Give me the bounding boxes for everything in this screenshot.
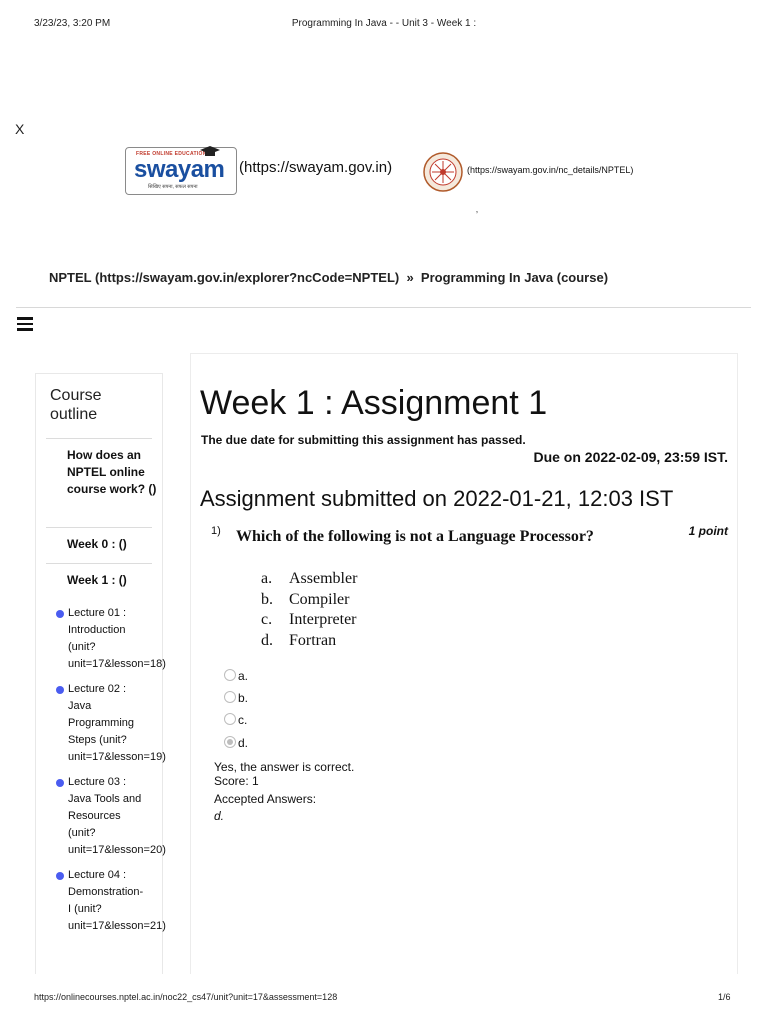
breadcrumb: NPTEL (https://swayam.gov.in/explorer?nc… — [49, 270, 608, 285]
accepted-answers-label: Accepted Answers: — [214, 792, 317, 806]
option-letter: d. — [261, 632, 273, 649]
swayam-wordmark: swayam — [134, 156, 225, 183]
sidebar-divider — [46, 527, 152, 528]
print-page-number: 1/6 — [718, 992, 731, 1002]
lecture-link-04[interactable]: Lecture 04 : Demonstration-I (unit?unit=… — [56, 867, 176, 935]
option-item: d. Fortran — [261, 632, 336, 650]
answer-choice-c[interactable]: c. — [224, 713, 247, 727]
sidebar-item-week-0[interactable]: Week 0 : () — [67, 536, 157, 553]
lecture-link-01[interactable]: Lecture 01 : Introduction (unit?unit=17&… — [56, 605, 176, 673]
lecture-label: Lecture 04 : Demonstration-I (unit?unit=… — [68, 869, 166, 932]
page-title: Week 1 : Assignment 1 — [200, 384, 548, 422]
question-number: 1) — [211, 525, 221, 537]
accepted-answer-value: d. — [214, 809, 225, 823]
answer-feedback: Yes, the answer is correct. — [214, 760, 355, 774]
sidebar-title: Course outline — [50, 387, 102, 423]
radio-button[interactable] — [224, 669, 236, 681]
swayam-subtitle: सिखिए सपना, सफल सपना — [148, 184, 198, 190]
option-letter: b. — [261, 591, 273, 608]
menu-icon[interactable] — [17, 317, 33, 331]
due-date-note: The due date for submitting this assignm… — [201, 433, 526, 447]
assignment-panel: Week 1 : Assignment 1 The due date for s… — [190, 353, 738, 974]
bullet-dot-icon — [56, 610, 64, 618]
choice-label: d. — [238, 736, 249, 750]
sidebar-item-how-it-works[interactable]: How does an NPTEL online course work? () — [67, 447, 157, 498]
lecture-link-03[interactable]: Lecture 03 : Java Tools and Resources (u… — [56, 774, 176, 859]
choice-label: c. — [238, 713, 248, 727]
option-letter: c. — [261, 611, 273, 628]
sidebar-item-week-1[interactable]: Week 1 : () — [67, 572, 157, 589]
option-item: a. Assembler — [261, 570, 357, 588]
radio-button[interactable] — [224, 713, 236, 725]
bullet-dot-icon — [56, 686, 64, 694]
answer-choice-d[interactable]: d. — [224, 736, 248, 750]
breadcrumb-separator: » — [406, 270, 414, 285]
option-text: Interpreter — [289, 611, 357, 628]
option-text: Fortran — [289, 632, 337, 649]
breadcrumb-current[interactable]: Programming In Java (course) — [421, 270, 608, 285]
course-outline-sidebar: Course outline How does an NPTEL online … — [35, 373, 166, 974]
submission-status: Assignment submitted on 2022-01-21, 12:0… — [200, 486, 674, 511]
close-button[interactable]: X — [15, 121, 24, 137]
sidebar-divider — [46, 438, 152, 439]
swayam-logo[interactable]: FREE ONLINE EDUCATION swayam सिखिए सपना,… — [125, 146, 237, 195]
radio-button-selected[interactable] — [224, 736, 236, 748]
option-text: Compiler — [289, 591, 350, 608]
nptel-logo-icon[interactable] — [423, 152, 463, 192]
choice-label: b. — [238, 691, 249, 705]
swayam-link[interactable]: (https://swayam.gov.in) — [239, 159, 392, 176]
option-item: b. Compiler — [261, 591, 349, 609]
print-footer-url: https://onlinecourses.nptel.ac.in/noc22_… — [34, 992, 338, 1002]
bullet-dot-icon — [56, 872, 64, 880]
print-page-title: Programming In Java - - Unit 3 - Week 1 … — [291, 18, 477, 29]
lecture-link-02[interactable]: Lecture 02 : Java Programming Steps (uni… — [56, 681, 176, 766]
option-letter: a. — [261, 570, 273, 587]
breadcrumb-home-link[interactable]: NPTEL (https://swayam.gov.in/explorer?nc… — [49, 270, 399, 285]
question-points: 1 point — [688, 524, 728, 538]
lecture-label: Lecture 03 : Java Tools and Resources (u… — [68, 776, 166, 856]
lecture-label: Lecture 01 : Introduction (unit?unit=17&… — [68, 607, 166, 670]
sidebar-divider — [46, 563, 152, 564]
header-divider — [16, 307, 751, 308]
radio-button[interactable] — [224, 691, 236, 703]
lecture-label: Lecture 02 : Java Programming Steps (uni… — [68, 683, 166, 763]
bullet-dot-icon — [56, 779, 64, 787]
answer-choice-b[interactable]: b. — [224, 691, 248, 705]
answer-choice-a[interactable]: a. — [224, 669, 248, 683]
option-item: c. Interpreter — [261, 611, 357, 629]
option-text: Assembler — [289, 570, 358, 587]
nptel-link[interactable]: (https://swayam.gov.in/nc_details/NPTEL) — [467, 165, 633, 175]
choice-label: a. — [238, 669, 249, 683]
tick-mark: ʼ — [476, 210, 478, 220]
score-text: Score: 1 — [214, 774, 259, 788]
question-text: Which of the following is not a Language… — [236, 528, 594, 545]
due-date: Due on 2022-02-09, 23:59 IST. — [533, 449, 728, 465]
